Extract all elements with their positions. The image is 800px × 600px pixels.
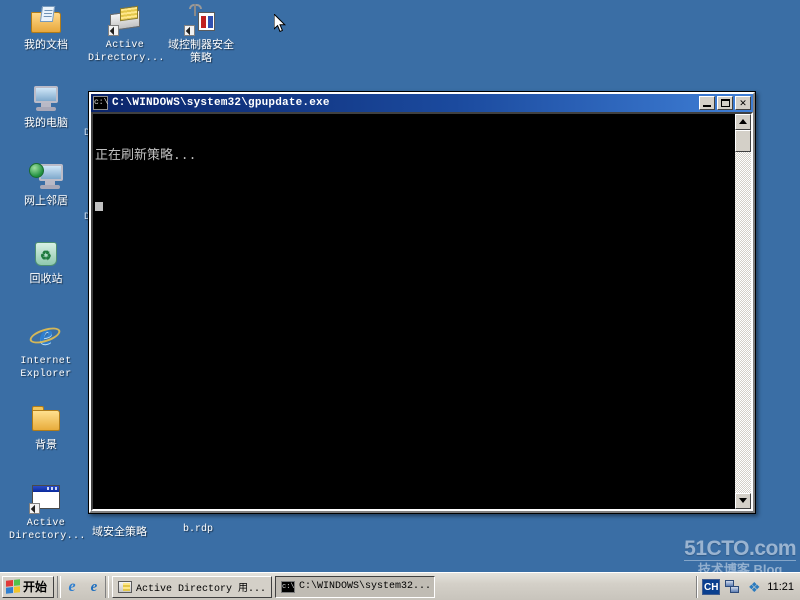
language-indicator[interactable]: CH <box>702 578 721 595</box>
maximize-button[interactable] <box>717 96 733 110</box>
window-title: C:\WINDOWS\system32\gpupdate.exe <box>112 97 330 109</box>
scrollbar-thumb[interactable] <box>735 130 751 152</box>
desktop-icon-label: 回收站 <box>29 273 63 285</box>
desktop-icon-active-directory-sites[interactable]: Active Directory... <box>9 482 86 543</box>
watermark-site: 51CTO.com <box>684 537 796 560</box>
scroll-up-button[interactable] <box>735 114 751 130</box>
desktop-icon-label: 我的电脑 <box>24 117 68 129</box>
desktop-icon-label: Internet Explorer <box>20 356 72 380</box>
active-directory-icon <box>108 4 142 36</box>
mouse-cursor <box>274 14 286 33</box>
desktop-icon-label: Active Directory... <box>9 518 86 542</box>
console-client-area[interactable]: 正在刷新策略... <box>91 112 753 511</box>
desktop-icon-label-b-rdp[interactable]: b.rdp <box>183 524 213 535</box>
desktop-icon-active-directory-users[interactable]: Active Directory... <box>88 4 165 65</box>
desktop-icon-label: 域控制器安全 策略 <box>168 39 234 64</box>
my-documents-icon <box>29 4 63 36</box>
desktop-icon-my-computer[interactable]: 我的电脑 <box>9 82 83 130</box>
internet-explorer-icon: e <box>27 320 63 352</box>
quicklaunch-refresh-icon[interactable]: e <box>86 579 102 595</box>
desktop-icon-network-neighborhood[interactable]: 网上邻居 <box>9 160 83 208</box>
cmd-icon: c:\ <box>281 580 296 593</box>
vertical-scrollbar[interactable] <box>735 114 751 509</box>
close-button[interactable]: ✕ <box>735 96 751 110</box>
taskbar-button-command-prompt[interactable]: c:\ C:\WINDOWS\system32... <box>275 575 436 598</box>
security-policy-icon <box>184 4 218 36</box>
console-output[interactable]: 正在刷新策略... <box>93 114 735 509</box>
start-button-label: 开始 <box>23 580 48 594</box>
desktop-icon-background-folder[interactable]: 背景 <box>9 404 83 452</box>
task-button-list[interactable]: Active Directory 用... c:\ C:\WINDOWS\sys… <box>112 575 696 598</box>
start-button[interactable]: 开始 <box>2 575 55 598</box>
clock[interactable]: 11:21 <box>767 581 794 593</box>
desktop-icon-label: 背景 <box>35 439 57 451</box>
minimize-button[interactable] <box>699 96 715 110</box>
system-tray[interactable]: CH ❖ 11:21 <box>696 575 798 598</box>
console-cursor <box>95 202 103 211</box>
taskbar-button-label: C:\WINDOWS\system32... <box>299 581 432 592</box>
scroll-down-button[interactable] <box>735 493 751 509</box>
desktop-icon-internet-explorer[interactable]: e Internet Explorer <box>9 320 83 381</box>
cmd-icon: c:\ <box>93 96 108 110</box>
desktop-icon-label: 网上邻居 <box>24 195 68 207</box>
mmc-console-icon <box>29 482 63 514</box>
desktop[interactable]: 我的文档 我的电脑 网上邻居 ♻ 回收站 e Internet Explorer… <box>0 0 800 600</box>
desktop-icon-recycle-bin[interactable]: ♻ 回收站 <box>9 238 83 286</box>
my-computer-icon <box>29 82 63 114</box>
taskbar-divider <box>57 575 62 598</box>
network-connection-icon[interactable] <box>725 579 741 595</box>
window-controls[interactable]: ✕ <box>699 96 751 110</box>
command-prompt-window[interactable]: c:\ C:\WINDOWS\system32\gpupdate.exe ✕ 正… <box>88 91 756 514</box>
taskbar[interactable]: 开始 e e Active Directory 用... c:\ C:\WIND… <box>0 572 800 600</box>
scrollbar-track[interactable] <box>735 130 751 493</box>
folder-icon <box>29 404 63 436</box>
desktop-icon-label: Active Directory... <box>88 40 165 64</box>
security-shield-icon[interactable]: ❖ <box>746 579 762 595</box>
taskbar-button-active-directory[interactable]: Active Directory 用... <box>112 575 273 598</box>
window-title-bar[interactable]: c:\ C:\WINDOWS\system32\gpupdate.exe ✕ <box>91 94 753 112</box>
desktop-icon-label: 我的文档 <box>24 39 68 51</box>
mmc-icon <box>118 580 133 593</box>
desktop-icon-label-domain-security-policy[interactable]: 域安全策略 <box>92 523 147 539</box>
quicklaunch-internet-explorer-icon[interactable]: e <box>64 578 80 595</box>
windows-logo-icon <box>6 579 20 594</box>
taskbar-button-label: Active Directory 用... <box>136 583 267 595</box>
network-neighborhood-icon <box>29 160 63 192</box>
taskbar-divider <box>105 575 110 598</box>
desktop-icon-domain-controller-security-policy[interactable]: 域控制器安全 策略 <box>164 4 238 65</box>
console-output-line: 正在刷新策略... <box>95 148 197 163</box>
recycle-bin-icon: ♻ <box>29 238 63 270</box>
quick-launch-bar[interactable]: e e <box>64 578 102 595</box>
desktop-icon-my-documents[interactable]: 我的文档 <box>9 4 83 52</box>
